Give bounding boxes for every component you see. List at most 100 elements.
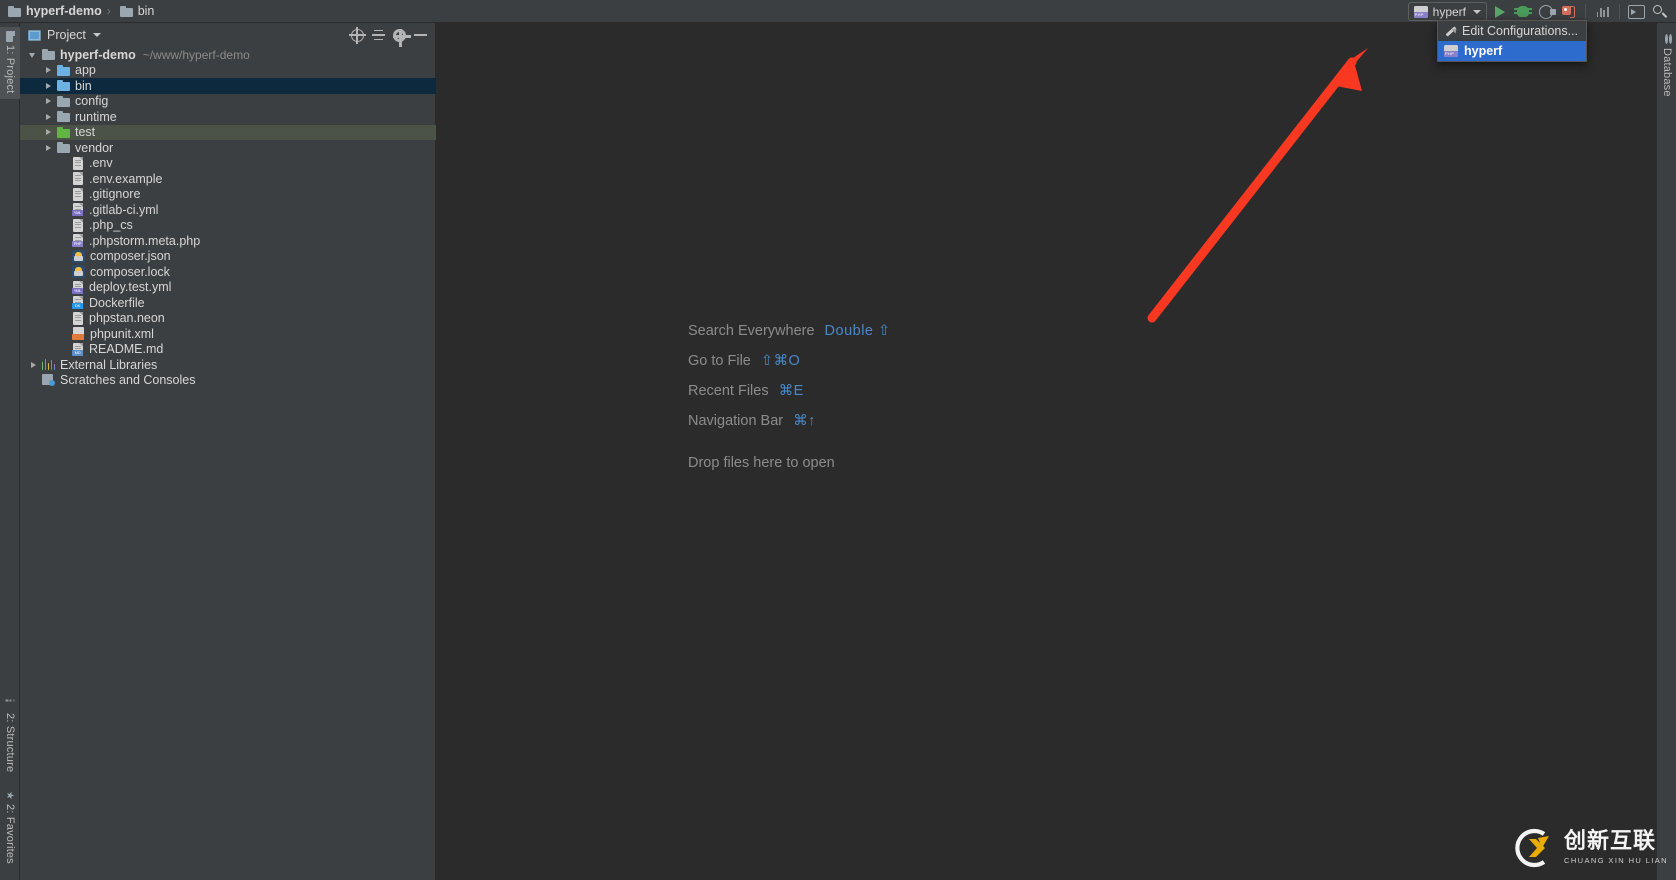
php-run-config-icon: PHP	[1413, 5, 1428, 18]
chevron-right-icon[interactable]	[43, 111, 54, 122]
tree-row-dockerfile[interactable]: DK Dockerfile	[20, 295, 436, 311]
collapse-all-button[interactable]	[369, 26, 387, 44]
run-configuration-selector[interactable]: PHP hyperf	[1407, 2, 1487, 21]
tree-row-label: Dockerfile	[89, 295, 145, 310]
tree-row-phpstorm-meta-php[interactable]: PHP .phpstorm.meta.php	[20, 233, 436, 249]
shortcut-action-label: Go to File	[688, 353, 751, 369]
tree-row-scratches-and-consoles[interactable]: Scratches and Consoles	[20, 373, 436, 389]
profile-button[interactable]	[1535, 1, 1556, 22]
tree-row-external-libraries[interactable]: External Libraries	[20, 357, 436, 373]
shortcut-keys-label: ⌘E	[778, 383, 804, 399]
favorites-icon: ★	[3, 790, 15, 801]
tree-row-vendor[interactable]: vendor	[20, 140, 436, 156]
tree-row-bin[interactable]: bin	[20, 78, 436, 94]
tree-row-label: .php_cs	[89, 218, 133, 233]
docker-file-icon: DK	[72, 296, 84, 310]
hide-panel-icon	[413, 34, 427, 36]
chevron-right-icon[interactable]	[43, 80, 54, 91]
run-button[interactable]	[1489, 1, 1510, 22]
tree-row-label: runtime	[75, 109, 117, 124]
select-opened-file-button[interactable]	[348, 26, 366, 44]
tree-row-phpstan-neon[interactable]: phpstan.neon	[20, 311, 436, 327]
breadcrumb-item-bin[interactable]: bin	[112, 0, 159, 23]
sidebar-item-favorites[interactable]: ★ 2: Favorites	[0, 785, 20, 869]
tree-row-hyperf-demo[interactable]: hyperf-demo ~/www/hyperf-demo	[20, 47, 436, 63]
tree-row-env-example[interactable]: .env.example	[20, 171, 436, 187]
run-configuration-name: hyperf	[1432, 4, 1466, 19]
tree-row-label: composer.json	[90, 249, 171, 264]
sidebar-item-database[interactable]: Database	[1657, 29, 1676, 113]
file-icon	[72, 156, 84, 170]
right-tool-window-strip: Database	[1656, 23, 1676, 880]
file-icon	[72, 311, 84, 325]
sidebar-item-label: 2: Favorites	[4, 804, 16, 864]
folder-icon	[57, 95, 70, 107]
tree-row-phpunit-xml[interactable]: phpunit.xml	[20, 326, 436, 342]
chevron-down-icon[interactable]	[92, 33, 101, 37]
yaml-file-icon: YML	[72, 203, 84, 217]
tree-row-gitlab-ci-yml[interactable]: YML .gitlab-ci.yml	[20, 202, 436, 218]
chevron-down-icon[interactable]	[1473, 9, 1481, 14]
folder-icon	[8, 5, 21, 17]
tree-row-deploy-test-yml[interactable]: YML deploy.test.yml	[20, 280, 436, 296]
tree-row-path: ~/www/hyperf-demo	[142, 47, 250, 62]
coverage-button[interactable]	[1592, 1, 1613, 22]
breadcrumb-item-project[interactable]: hyperf-demo	[0, 0, 106, 23]
project-settings-button[interactable]	[390, 26, 411, 47]
shortcut-keys-label: ⌘↑	[793, 413, 816, 429]
folder-icon	[6, 31, 15, 42]
tree-row-label: .env.example	[89, 171, 163, 186]
composer-file-icon	[72, 265, 85, 279]
chevron-right-icon[interactable]	[43, 96, 54, 107]
database-icon	[1662, 34, 1672, 44]
search-everywhere-button[interactable]	[1649, 1, 1670, 22]
tree-row-env[interactable]: .env	[20, 156, 436, 172]
tree-row-gitignore[interactable]: .gitignore	[20, 187, 436, 203]
watermark-chinese-text: 创新互联	[1564, 829, 1657, 855]
menu-item-hyperf[interactable]: PHP hyperf	[1438, 41, 1586, 61]
tree-row-composer-json[interactable]: composer.json	[20, 249, 436, 265]
navigation-bar: hyperf-demo › bin PHP hyperf	[0, 0, 1676, 23]
tree-row-label: app	[75, 63, 96, 78]
menu-item-label: Edit Configurations...	[1462, 24, 1579, 38]
tree-row-composer-lock[interactable]: composer.lock	[20, 264, 436, 280]
attach-debugger-button[interactable]	[1558, 1, 1579, 22]
chevron-right-icon[interactable]	[43, 127, 54, 138]
sidebar-item-structure[interactable]: 2: Structure	[0, 695, 20, 781]
menu-item-edit-configurations[interactable]: Edit Configurations...	[1438, 21, 1586, 41]
folder-blue-icon	[57, 64, 70, 76]
project-file-tree[interactable]: hyperf-demo ~/www/hyperf-demo app bin config…	[20, 47, 436, 880]
run-configuration-dropdown[interactable]: Edit Configurations... PHP hyperf	[1437, 20, 1587, 62]
tree-row-label: README.md	[89, 342, 164, 357]
sidebar-item-project[interactable]: 1: Project	[0, 27, 20, 99]
hide-panel-button[interactable]	[411, 26, 429, 44]
shortcut-action-label: Navigation Bar	[688, 413, 784, 429]
tree-row-readme-md[interactable]: MD README.md	[20, 342, 436, 358]
collapse-all-icon	[371, 29, 385, 42]
folder-blue-icon	[57, 80, 70, 92]
chevron-right-icon[interactable]	[28, 359, 39, 370]
chevron-right-icon[interactable]	[43, 142, 54, 153]
tree-row-php-cs[interactable]: .php_cs	[20, 218, 436, 234]
tree-row-app[interactable]: app	[20, 63, 436, 79]
tree-row-runtime[interactable]: runtime	[20, 109, 436, 125]
file-icon	[72, 172, 84, 186]
chevron-down-icon[interactable]	[28, 49, 39, 60]
tree-row-label: composer.lock	[90, 264, 170, 279]
debug-button[interactable]	[1512, 1, 1533, 22]
terminal-button[interactable]	[1626, 1, 1647, 22]
project-icon	[28, 29, 41, 41]
editor-empty-area: Search Everywhere Double ⇧ Go to File ⇧⌘O Re…	[436, 23, 1656, 880]
tree-row-label: deploy.test.yml	[89, 280, 172, 295]
tree-row-config[interactable]: config	[20, 94, 436, 110]
chevron-right-icon[interactable]	[43, 65, 54, 76]
tree-row-test[interactable]: test	[20, 124, 436, 140]
coverage-bars-icon	[1596, 6, 1609, 17]
shortcut-action-label: Search Everywhere	[688, 323, 815, 339]
